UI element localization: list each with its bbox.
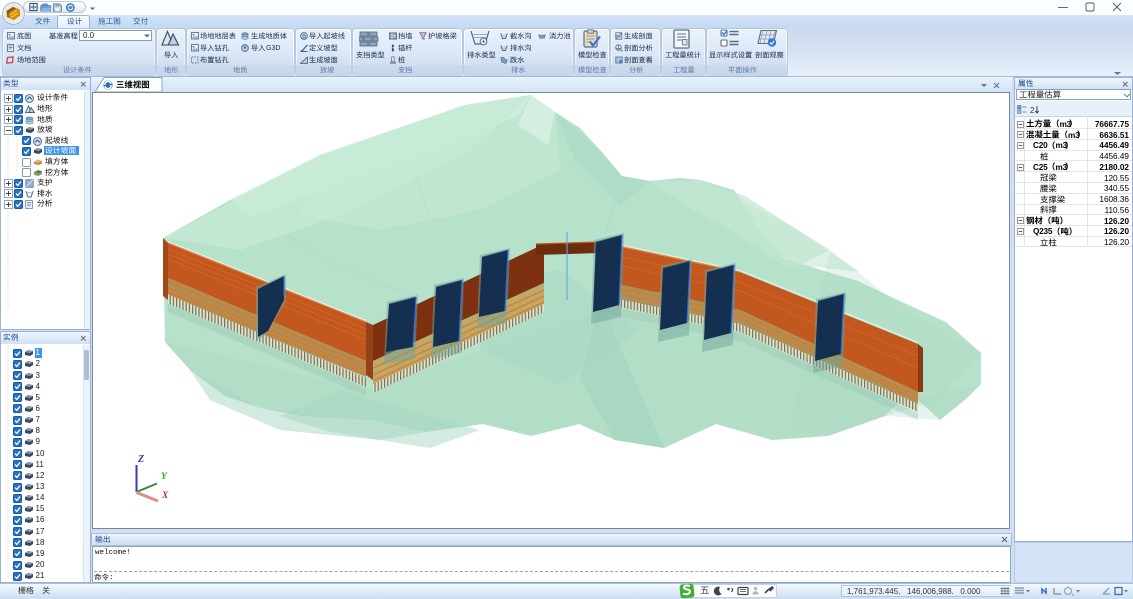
svg-text:2: 2 [1030,106,1035,115]
svg-text:Z: Z [137,454,144,465]
svg-text:X: X [161,491,169,501]
svg-text:Y: Y [161,472,168,482]
